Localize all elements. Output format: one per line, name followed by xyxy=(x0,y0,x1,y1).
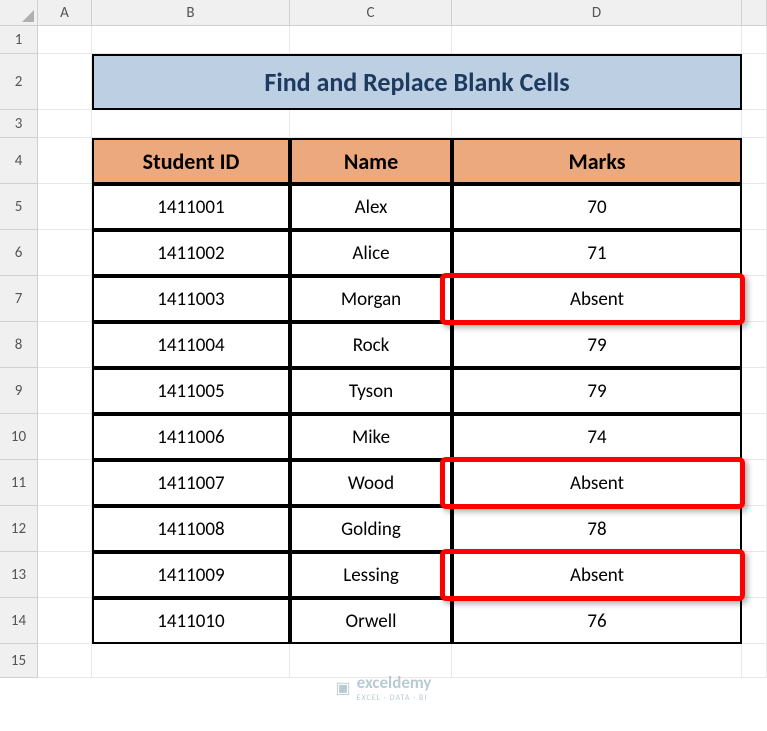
table-header-marks[interactable]: Marks xyxy=(452,138,742,184)
col-header-c[interactable]: C xyxy=(290,0,452,26)
cell-a13[interactable] xyxy=(38,552,92,598)
cell-name-4[interactable]: Tyson xyxy=(290,368,452,414)
cell-marks-3[interactable]: 79 xyxy=(452,322,742,368)
cell-name-1[interactable]: Alice xyxy=(290,230,452,276)
cell-marks-9[interactable]: 76 xyxy=(452,598,742,644)
cell-name-0[interactable]: Alex xyxy=(290,184,452,230)
cell-id-7[interactable]: 1411008 xyxy=(92,506,290,552)
cell-id-2[interactable]: 1411003 xyxy=(92,276,290,322)
cell-id-1[interactable]: 1411002 xyxy=(92,230,290,276)
cell-a8[interactable] xyxy=(38,322,92,368)
row-header-10[interactable]: 10 xyxy=(0,414,38,460)
cell-id-8[interactable]: 1411009 xyxy=(92,552,290,598)
table-header-name[interactable]: Name xyxy=(290,138,452,184)
cell-e8[interactable] xyxy=(742,322,767,368)
cell-e3[interactable] xyxy=(742,110,767,138)
cell-marks-0[interactable]: 70 xyxy=(452,184,742,230)
chart-icon: ▣ xyxy=(336,678,351,698)
cell-name-8[interactable]: Lessing xyxy=(290,552,452,598)
cell-d3[interactable] xyxy=(452,110,742,138)
row-header-2[interactable]: 2 xyxy=(0,54,38,110)
cell-id-4[interactable]: 1411005 xyxy=(92,368,290,414)
cell-a15[interactable] xyxy=(38,644,92,678)
row-header-6[interactable]: 6 xyxy=(0,230,38,276)
cell-marks-5[interactable]: 74 xyxy=(452,414,742,460)
cell-marks-2[interactable]: Absent xyxy=(452,276,742,322)
cell-e14[interactable] xyxy=(742,598,767,644)
cell-b15[interactable] xyxy=(92,644,290,678)
cell-e12[interactable] xyxy=(742,506,767,552)
cell-d15[interactable] xyxy=(452,644,742,678)
col-header-b[interactable]: B xyxy=(92,0,290,26)
cell-name-2[interactable]: Morgan xyxy=(290,276,452,322)
cell-e1[interactable] xyxy=(742,26,767,54)
cell-a3[interactable] xyxy=(38,110,92,138)
row-header-15[interactable]: 15 xyxy=(0,644,38,678)
cell-d1[interactable] xyxy=(452,26,742,54)
cell-id-9[interactable]: 1411010 xyxy=(92,598,290,644)
cell-e7[interactable] xyxy=(742,276,767,322)
cell-e9[interactable] xyxy=(742,368,767,414)
cell-name-5[interactable]: Mike xyxy=(290,414,452,460)
watermark-brand: exceldemy xyxy=(357,672,432,693)
cell-marks-1[interactable]: 71 xyxy=(452,230,742,276)
cell-marks-8[interactable]: Absent xyxy=(452,552,742,598)
cell-id-5[interactable]: 1411006 xyxy=(92,414,290,460)
row-header-8[interactable]: 8 xyxy=(0,322,38,368)
cell-a1[interactable] xyxy=(38,26,92,54)
cell-marks-7[interactable]: 78 xyxy=(452,506,742,552)
cell-e15[interactable] xyxy=(742,644,767,678)
cell-marks-6[interactable]: Absent xyxy=(452,460,742,506)
cell-e10[interactable] xyxy=(742,414,767,460)
row-header-14[interactable]: 14 xyxy=(0,598,38,644)
title-cell[interactable]: Find and Replace Blank Cells xyxy=(92,54,742,110)
cell-e13[interactable] xyxy=(742,552,767,598)
cell-marks-4[interactable]: 79 xyxy=(452,368,742,414)
watermark-sub: EXCEL · DATA · BI xyxy=(357,693,432,703)
cell-e6[interactable] xyxy=(742,230,767,276)
cell-id-3[interactable]: 1411004 xyxy=(92,322,290,368)
row-header-5[interactable]: 5 xyxy=(0,184,38,230)
cell-e2[interactable] xyxy=(742,54,767,110)
col-header-a[interactable]: A xyxy=(38,0,92,26)
watermark: ▣ exceldemy EXCEL · DATA · BI xyxy=(336,672,432,703)
cell-c1[interactable] xyxy=(290,26,452,54)
row-header-3[interactable]: 3 xyxy=(0,110,38,138)
row-header-13[interactable]: 13 xyxy=(0,552,38,598)
cell-b1[interactable] xyxy=(92,26,290,54)
cell-a6[interactable] xyxy=(38,230,92,276)
cell-a11[interactable] xyxy=(38,460,92,506)
col-header-extra[interactable] xyxy=(742,0,767,26)
row-header-9[interactable]: 9 xyxy=(0,368,38,414)
row-header-7[interactable]: 7 xyxy=(0,276,38,322)
cell-e4[interactable] xyxy=(742,138,767,184)
cell-a12[interactable] xyxy=(38,506,92,552)
cell-name-3[interactable]: Rock xyxy=(290,322,452,368)
cell-e11[interactable] xyxy=(742,460,767,506)
row-header-12[interactable]: 12 xyxy=(0,506,38,552)
cell-a2[interactable] xyxy=(38,54,92,110)
cell-id-6[interactable]: 1411007 xyxy=(92,460,290,506)
spreadsheet-grid: A B C D 1 2 Find and Replace Blank Cells… xyxy=(0,0,767,678)
cell-e5[interactable] xyxy=(742,184,767,230)
cell-a9[interactable] xyxy=(38,368,92,414)
row-header-1[interactable]: 1 xyxy=(0,26,38,54)
cell-id-0[interactable]: 1411001 xyxy=(92,184,290,230)
cell-a10[interactable] xyxy=(38,414,92,460)
cell-a4[interactable] xyxy=(38,138,92,184)
table-header-id[interactable]: Student ID xyxy=(92,138,290,184)
cell-name-7[interactable]: Golding xyxy=(290,506,452,552)
row-header-4[interactable]: 4 xyxy=(0,138,38,184)
cell-a14[interactable] xyxy=(38,598,92,644)
cell-c3[interactable] xyxy=(290,110,452,138)
cell-name-9[interactable]: Orwell xyxy=(290,598,452,644)
col-header-d[interactable]: D xyxy=(452,0,742,26)
cell-a7[interactable] xyxy=(38,276,92,322)
cell-name-6[interactable]: Wood xyxy=(290,460,452,506)
cell-b3[interactable] xyxy=(92,110,290,138)
select-all-corner[interactable] xyxy=(0,0,38,26)
cell-a5[interactable] xyxy=(38,184,92,230)
row-header-11[interactable]: 11 xyxy=(0,460,38,506)
